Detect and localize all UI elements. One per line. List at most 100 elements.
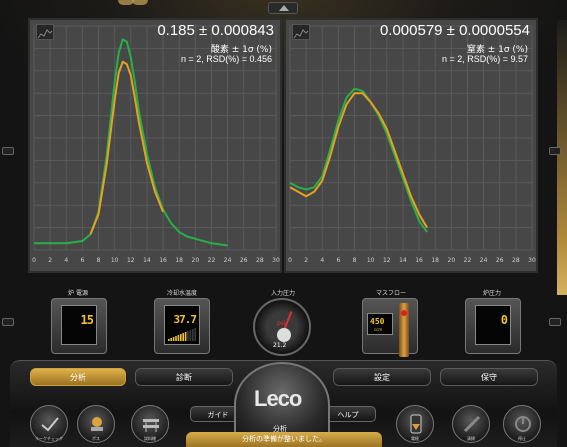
x-tick-label: 14 xyxy=(143,257,151,264)
input-pressure-dial[interactable]: psi 21.2 xyxy=(253,298,311,356)
x-tick-label: 4 xyxy=(64,257,69,264)
x-tick-label: 6 xyxy=(336,257,341,264)
x-tick-label: 22 xyxy=(207,257,216,264)
cooling-water-display: 37.7 xyxy=(164,305,200,345)
oxygen-chart-panel: 0 2 4 6 8 10 12 14 16 18 20 22 24 26 28 30 0.185 ± 0.00… xyxy=(28,18,282,273)
mass-flow-unit: ccm xyxy=(374,327,383,332)
mass-flow-gauge[interactable]: 450 ccm xyxy=(362,298,418,357)
flow-indicator xyxy=(401,309,407,316)
status-message: 分析の準備が整いました。 xyxy=(186,432,382,447)
level-bar xyxy=(180,334,182,341)
furnace-power-value: 15 xyxy=(80,313,94,327)
rack-icon xyxy=(143,419,159,432)
checkmark-icon xyxy=(41,417,59,432)
tab-diagnostics[interactable]: 診断 xyxy=(135,368,233,386)
x-tick-label: 4 xyxy=(320,257,325,264)
x-tick-label: 28 xyxy=(256,257,264,264)
x-tick-label: 26 xyxy=(239,257,248,264)
cooling-water-value: 37.7 xyxy=(173,313,197,326)
level-bar xyxy=(170,338,172,341)
brush-icon xyxy=(463,415,481,433)
level-bar xyxy=(189,330,192,341)
series-line-1 xyxy=(89,60,165,235)
tab-maintenance[interactable]: 保守 xyxy=(440,368,538,386)
furnace-pressure-display: 0 xyxy=(475,305,511,345)
furnace-pressure-gauge[interactable]: 0 xyxy=(465,298,521,354)
x-tick-label: 2 xyxy=(48,257,53,264)
furnace-power-label: 炉 電源 xyxy=(68,290,88,297)
nitrogen-chart-panel: 0 2 4 6 8 10 12 14 16 18 20 22 24 26 28 30 0.000579 ± 0… xyxy=(284,18,538,273)
mass-flow-label: マスフロー xyxy=(375,290,406,297)
x-tick-label: 12 xyxy=(382,257,391,264)
level-bar xyxy=(187,331,189,341)
input-pressure-label: 入力圧力 xyxy=(270,290,295,297)
leak-check-label: リークチェック xyxy=(35,436,63,441)
mass-flow-value: 450 xyxy=(370,317,385,326)
right-side-tab[interactable] xyxy=(549,318,561,326)
x-tick-label: 18 xyxy=(431,257,440,264)
left-side-tab[interactable] xyxy=(2,147,14,155)
nitrogen-stats: n = 2, RSD(%) = 9.57 xyxy=(441,54,528,64)
oxygen-result: 0.185 ± 0.000843 xyxy=(157,22,274,39)
furnace-pressure-label: 炉圧力 xyxy=(482,290,501,297)
x-tick-label: 0 xyxy=(32,257,36,264)
boat-icon xyxy=(91,417,103,431)
electrode-icon xyxy=(410,414,422,434)
left-side-tab[interactable] xyxy=(2,318,14,326)
cooling-water-label: 冷却水温度 xyxy=(166,290,197,297)
x-tick-label: 10 xyxy=(110,257,119,264)
x-tick-label: 22 xyxy=(463,257,472,264)
tab-settings[interactable]: 設定 xyxy=(333,368,431,386)
dial-hub xyxy=(277,328,291,342)
level-bar xyxy=(172,337,175,341)
x-tick-label: 28 xyxy=(512,257,520,264)
sample-rack-label: 試料棚 xyxy=(144,436,156,441)
cooling-water-level-bars xyxy=(168,328,196,341)
right-side-tab[interactable] xyxy=(549,147,561,155)
x-tick-label: 20 xyxy=(191,257,200,264)
level-bar xyxy=(182,333,184,341)
level-bar xyxy=(184,332,187,341)
x-tick-label: 6 xyxy=(80,257,85,264)
nitrogen-x-axis: 0 2 4 6 8 10 12 14 16 18 20 22 24 26 28 30 xyxy=(286,257,536,269)
x-tick-label: 24 xyxy=(223,257,232,264)
oxygen-x-axis: 0 2 4 6 8 10 12 14 16 18 20 22 24 26 28 30 xyxy=(30,257,280,269)
furnace-power-gauge[interactable]: 15 xyxy=(51,298,107,354)
x-tick-label: 12 xyxy=(126,257,135,264)
chart-type-icon[interactable] xyxy=(292,24,310,40)
x-tick-label: 16 xyxy=(415,257,423,264)
pressure-unit: psi xyxy=(277,320,286,327)
level-bar xyxy=(168,339,170,341)
oxygen-stats: n = 2, RSD(%) = 0.456 xyxy=(180,54,272,64)
electrode-label: 電極 xyxy=(411,436,419,441)
level-bar xyxy=(194,328,196,341)
x-tick-label: 30 xyxy=(272,257,280,264)
boat-label: ボス xyxy=(92,436,100,441)
furnace-pressure-value: 0 xyxy=(500,313,508,327)
leco-logo: Leco xyxy=(254,386,302,411)
clean-label: 清掃 xyxy=(467,436,475,441)
x-tick-label: 8 xyxy=(96,257,101,264)
chart-type-icon[interactable] xyxy=(36,24,54,40)
x-tick-label: 14 xyxy=(399,257,407,264)
mass-flow-display: 450 ccm xyxy=(367,313,393,335)
furnace-power-display: 15 xyxy=(61,305,97,345)
x-tick-label: 26 xyxy=(495,257,504,264)
stop-icon xyxy=(515,416,531,432)
x-tick-label: 2 xyxy=(304,257,309,264)
tab-analysis[interactable]: 分析 xyxy=(30,368,126,386)
x-tick-label: 0 xyxy=(288,257,292,264)
right-side-rail xyxy=(557,20,567,295)
x-tick-label: 18 xyxy=(175,257,184,264)
top-accent xyxy=(132,0,148,5)
x-tick-label: 10 xyxy=(366,257,375,264)
pressure-value: 21.2 xyxy=(273,342,287,349)
level-bar xyxy=(175,336,177,341)
x-tick-label: 24 xyxy=(479,257,488,264)
x-tick-label: 30 xyxy=(528,257,536,264)
cooling-water-gauge[interactable]: 37.7 xyxy=(154,298,210,354)
collapse-up-icon[interactable] xyxy=(268,2,298,14)
level-bar xyxy=(177,335,180,341)
nitrogen-result: 0.000579 ± 0.0000554 xyxy=(379,22,530,39)
x-tick-label: 16 xyxy=(159,257,167,264)
